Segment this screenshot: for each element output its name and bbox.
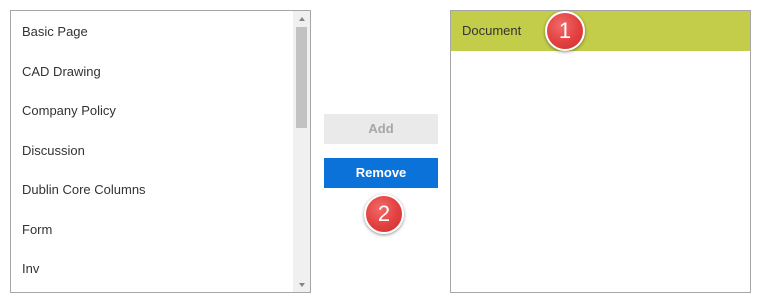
scroll-down-arrow-icon[interactable] <box>293 277 310 292</box>
list-item[interactable]: Discussion <box>11 131 293 171</box>
selected-list-item[interactable]: Document <box>451 11 750 51</box>
scrollbar-thumb[interactable] <box>296 27 307 128</box>
selected-content-types-listbox[interactable]: Document <box>450 10 751 293</box>
list-item[interactable]: Company Policy <box>11 91 293 131</box>
remove-button[interactable]: Remove <box>324 158 438 188</box>
available-content-types-listbox[interactable]: Basic Page CAD Drawing Company Policy Di… <box>10 10 311 293</box>
add-button[interactable]: Add <box>324 114 438 144</box>
step-1-callout-badge: 1 <box>545 11 585 51</box>
list-item[interactable]: Inv <box>11 249 293 289</box>
list-item[interactable]: Form <box>11 210 293 250</box>
content-type-picker: Basic Page CAD Drawing Company Policy Di… <box>0 0 768 300</box>
list-item[interactable]: CAD Drawing <box>11 52 293 92</box>
list-item[interactable]: Basic Page <box>11 12 293 52</box>
available-content-types-list: Basic Page CAD Drawing Company Policy Di… <box>11 11 293 292</box>
step-2-callout-badge: 2 <box>364 194 404 234</box>
scroll-up-arrow-icon[interactable] <box>293 11 310 26</box>
list-item[interactable]: Dublin Core Columns <box>11 170 293 210</box>
vertical-scrollbar[interactable] <box>293 11 310 292</box>
